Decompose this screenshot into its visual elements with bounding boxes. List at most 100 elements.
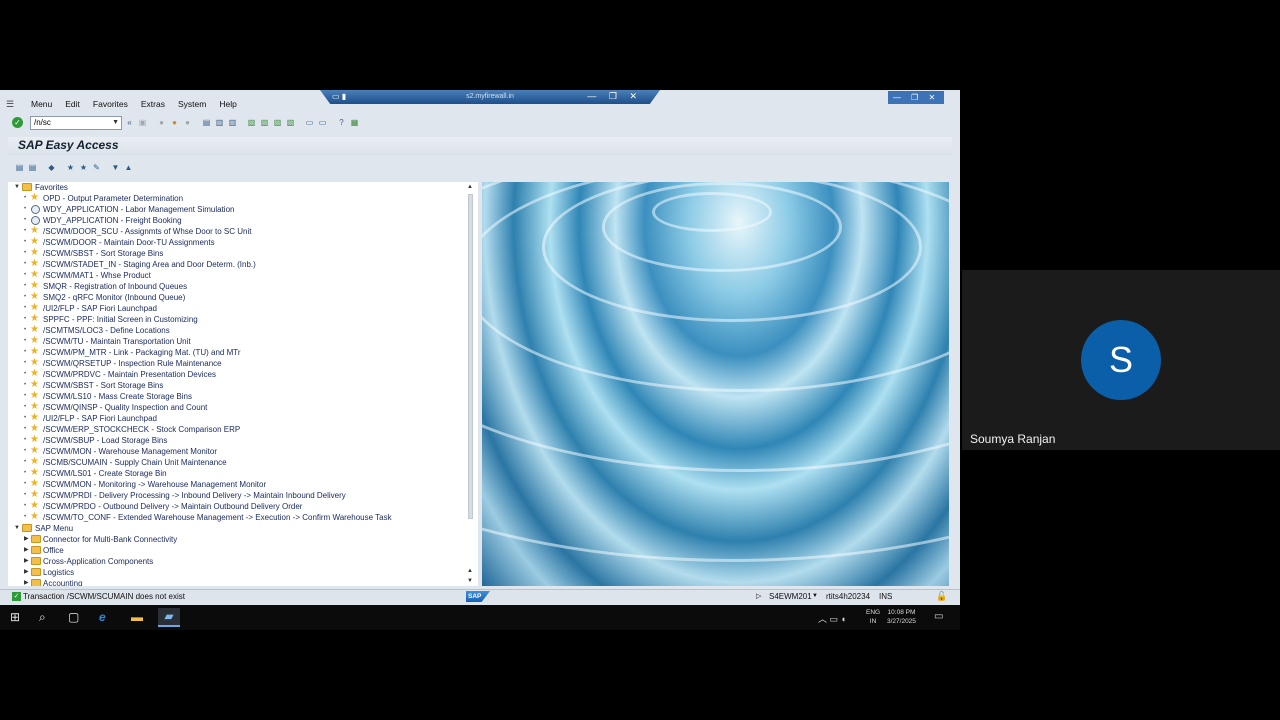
- scroll-up-secondary-icon[interactable]: ▲: [467, 568, 473, 574]
- customize-layout-icon[interactable]: ▦: [349, 117, 360, 128]
- favorite-item[interactable]: • ★ /SCWM/ERP_STOCKCHECK - Stock Compariso…: [8, 423, 478, 435]
- find-icon[interactable]: ▥: [214, 117, 225, 128]
- favorite-item[interactable]: • ★ /SCWM/MAT1 - Whse Product: [8, 269, 478, 281]
- insert-mode[interactable]: INS: [879, 590, 892, 603]
- window-controls[interactable]: — ❐ ✕: [888, 91, 944, 104]
- status-message[interactable]: Transaction /SCWM/SCUMAIN does not exist: [23, 590, 185, 603]
- tree-scrollbar[interactable]: ▲ ▼ ▲: [466, 184, 476, 584]
- collapse-arrow-icon[interactable]: ▶: [24, 545, 29, 556]
- move-up-icon[interactable]: ▲: [123, 162, 134, 173]
- favorite-item[interactable]: • ★ /SCWM/TU - Maintain Transportation Uni…: [8, 335, 478, 347]
- favorite-item[interactable]: • ★ /SCWM/STADET_IN - Staging Area and Doo…: [8, 258, 478, 270]
- change-favorite-icon[interactable]: ✎: [91, 162, 102, 173]
- menu-item-edit[interactable]: Edit: [65, 99, 80, 109]
- favorite-item[interactable]: • ★ /SCWM/SBST - Sort Storage Bins: [8, 247, 478, 259]
- last-page-icon[interactable]: ▧: [285, 117, 296, 128]
- scroll-down-icon[interactable]: ▼: [467, 578, 473, 584]
- command-history-dropdown-icon[interactable]: ▼: [112, 117, 119, 129]
- expand-arrow-icon[interactable]: ▼: [14, 523, 20, 534]
- sap-logon-taskbar-icon[interactable]: ▰: [158, 608, 180, 627]
- user-menu-icon[interactable]: ▤: [14, 162, 25, 173]
- print-icon[interactable]: ▤: [201, 117, 212, 128]
- favorite-item[interactable]: • ★ /SCMTMS/LOC3 - Define Locations: [8, 324, 478, 336]
- favorite-item[interactable]: • ★ /SCWM/PM_MTR - Link - Packaging Mat. (…: [8, 346, 478, 358]
- sap-menu-folder[interactable]: ▶ Connector for Multi-Bank Connectivity: [8, 534, 478, 545]
- favorite-item[interactable]: • ★ /SCWM/SBUP - Load Storage Bins: [8, 434, 478, 446]
- favorite-item[interactable]: • ★ /SCWM/QINSP - Quality Inspection and C…: [8, 401, 478, 413]
- collapse-arrow-icon[interactable]: ▶: [24, 534, 29, 545]
- menu-item-system[interactable]: System: [178, 99, 206, 109]
- collapse-arrow-icon[interactable]: ▶: [24, 567, 29, 578]
- favorite-item[interactable]: • ★ SPPFC - PPF: Initial Screen in Customi…: [8, 313, 478, 325]
- favorite-item[interactable]: • ★ /SCWM/SBST - Sort Storage Bins: [8, 379, 478, 391]
- help-icon[interactable]: ?: [336, 117, 347, 128]
- collapse-arrow-icon[interactable]: ▶: [24, 578, 29, 586]
- back-icon[interactable]: ●: [156, 117, 167, 128]
- previous-page-icon[interactable]: ▧: [259, 117, 270, 128]
- favorite-item[interactable]: • ★ /SCWM/DOOR_SCU - Assignmts of Whse Doo…: [8, 225, 478, 237]
- sap-menu-folder[interactable]: ▶ Cross-Application Components: [8, 556, 478, 567]
- play-arrow-icon[interactable]: ▷: [756, 590, 761, 603]
- expand-arrow-icon[interactable]: ▼: [14, 182, 20, 193]
- favorite-item[interactable]: • ★ OPD - Output Parameter Determination: [8, 192, 478, 204]
- scroll-up-icon[interactable]: ▲: [467, 184, 473, 190]
- favorite-item[interactable]: • ★ /SCWM/LS10 - Mass Create Storage Bins: [8, 390, 478, 402]
- other-menu-icon[interactable]: ◆: [46, 162, 57, 173]
- sap-menu-folder[interactable]: ▶ Logistics: [8, 567, 478, 578]
- tree-folder-favorites[interactable]: ▼ Favorites: [8, 182, 478, 193]
- favorite-item[interactable]: • ★ /SCWM/MON - Monitoring -> Warehouse Ma…: [8, 478, 478, 490]
- favorite-item[interactable]: • ★ /SCWM/TO_CONF - Extended Warehouse Man…: [8, 511, 478, 523]
- command-field[interactable]: /n/sc ▼: [30, 115, 122, 130]
- move-down-icon[interactable]: ▼: [110, 162, 121, 173]
- sap-menu-icon[interactable]: ☰: [6, 99, 18, 110]
- shortcut-icon[interactable]: ▭: [317, 117, 328, 128]
- menu-item-help[interactable]: Help: [219, 99, 236, 109]
- enter-check-icon[interactable]: ✓: [12, 117, 23, 128]
- menu-item-menu[interactable]: Menu: [31, 99, 52, 109]
- search-icon[interactable]: ⌕: [39, 610, 46, 625]
- remote-session-bar[interactable]: ▭ ▮ s2.myfirewall.in — ❐ ✕: [320, 90, 660, 104]
- save-icon[interactable]: ▣: [137, 117, 148, 128]
- favorite-item[interactable]: • ★ SMQR - Registration of Inbound Queues: [8, 280, 478, 292]
- clock[interactable]: 10:08 PM 3/27/2025: [887, 608, 916, 626]
- favorite-item[interactable]: • ★ /SCMB/SCUMAIN - Supply Chain Unit Main…: [8, 456, 478, 468]
- favorite-item[interactable]: • ★ /UI2/FLP - SAP Fiori Launchpad: [8, 412, 478, 424]
- system-tray-icons[interactable]: ︿ ▭ ◖: [818, 612, 846, 625]
- meeting-participant-tile[interactable]: S Soumya Ranjan: [962, 270, 1280, 450]
- sap-menu-icon[interactable]: ▤: [27, 162, 38, 173]
- scroll-thumb[interactable]: [468, 194, 473, 519]
- tree-folder-sap-menu[interactable]: ▼ SAP Menu: [8, 523, 478, 534]
- favorite-item[interactable]: • ★ /UI2/FLP - SAP Fiori Launchpad: [8, 302, 478, 314]
- favorite-item[interactable]: • WDY_APPLICATION - Labor Management Simu…: [8, 204, 478, 215]
- menu-item-extras[interactable]: Extras: [141, 99, 165, 109]
- find-next-icon[interactable]: ▥: [227, 117, 238, 128]
- sap-menu-folder[interactable]: ▶ Office: [8, 545, 478, 556]
- favorite-item[interactable]: • ★ /SCWM/PRDVC - Maintain Presentation De…: [8, 368, 478, 380]
- windows-start-icon[interactable]: ⊞: [10, 610, 20, 624]
- collapse-arrow-icon[interactable]: ▶: [24, 556, 29, 567]
- new-session-icon[interactable]: ▭: [304, 117, 315, 128]
- task-view-icon[interactable]: ▢: [68, 610, 79, 624]
- favorite-item[interactable]: • ★ /SCWM/PRDO - Outbound Delivery -> Main…: [8, 500, 478, 512]
- file-explorer-icon[interactable]: ▬: [131, 610, 143, 624]
- next-page-icon[interactable]: ▧: [272, 117, 283, 128]
- edge-browser-icon[interactable]: e: [99, 610, 106, 624]
- delete-favorite-icon[interactable]: ★: [78, 162, 89, 173]
- favorite-item[interactable]: • ★ /SCWM/LS01 - Create Storage Bin: [8, 467, 478, 479]
- add-favorite-icon[interactable]: ★: [65, 162, 76, 173]
- lock-icon[interactable]: 🔓: [936, 590, 947, 603]
- favorite-item[interactable]: • ★ /SCWM/QRSETUP - Inspection Rule Mainte…: [8, 357, 478, 369]
- system-info-dropdown-icon[interactable]: ▼: [812, 590, 818, 603]
- favorite-item[interactable]: • ★ SMQ2 - qRFC Monitor (Inbound Queue): [8, 291, 478, 303]
- favorite-item[interactable]: • WDY_APPLICATION - Freight Booking: [8, 215, 478, 226]
- favorite-item[interactable]: • ★ /SCWM/PRDI - Delivery Processing -> In…: [8, 489, 478, 501]
- exit-icon[interactable]: ●: [169, 117, 180, 128]
- cancel-icon[interactable]: ●: [182, 117, 193, 128]
- menu-item-favorites[interactable]: Favorites: [93, 99, 128, 109]
- first-page-icon[interactable]: ▧: [246, 117, 257, 128]
- collapse-toolbar-icon[interactable]: «: [124, 117, 135, 128]
- sap-menu-folder[interactable]: ▶ Accounting: [8, 578, 478, 586]
- favorite-item[interactable]: • ★ /SCWM/DOOR - Maintain Door-TU Assignme…: [8, 236, 478, 248]
- favorite-item[interactable]: • ★ /SCWM/MON - Warehouse Management Monit…: [8, 445, 478, 457]
- language-indicator[interactable]: ENG IN: [866, 608, 880, 626]
